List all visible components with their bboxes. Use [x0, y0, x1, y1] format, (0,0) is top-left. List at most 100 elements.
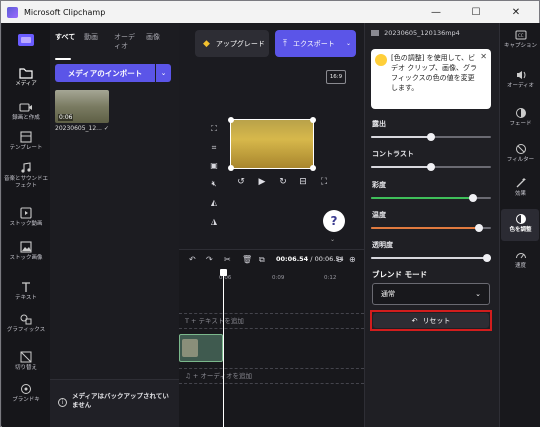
media-thumbnail[interactable]: 0:06 [55, 90, 109, 123]
reset-label: リセット [422, 316, 451, 325]
maximize-button[interactable]: ☐ [461, 1, 491, 23]
duplicate-icon[interactable]: ⧉ [259, 255, 265, 265]
zoom-out-icon[interactable]: ⊖ [336, 255, 343, 264]
slider-fill [371, 227, 479, 229]
rnav-audio-label: オーディオ [506, 83, 535, 89]
upgrade-button[interactable]: ◆ アップグレード [195, 30, 269, 57]
exposure-slider[interactable] [371, 133, 491, 141]
nav-templates[interactable]: テンプレート [2, 131, 50, 152]
thumbnail-filename: 20230605_12... [55, 125, 102, 132]
fade-icon [515, 108, 526, 118]
crop-icon[interactable]: ⌗ [208, 142, 220, 154]
export-label: エクスポート [292, 39, 335, 48]
rnav-speed-label: 速度 [514, 263, 526, 269]
import-dropdown-button[interactable]: ⌄ [156, 64, 171, 82]
tab-video[interactable]: 動画 [84, 33, 106, 42]
nav-graphics-label: グラフィックス [6, 327, 46, 333]
blend-mode-select[interactable]: 通常 ⌄ [372, 283, 490, 305]
upload-icon: ⤒ [283, 38, 287, 49]
close-button[interactable]: ✕ [501, 1, 531, 23]
trash-icon[interactable]: 🗑︎ [242, 255, 252, 264]
nav-music[interactable]: 音楽とサウンドエフェクト [2, 162, 50, 190]
ruler-tick: 0:09 [272, 275, 285, 281]
media-tabs: すべて 動画 オーディオ 画像 [50, 33, 179, 60]
nav-music-label: 音楽とサウンドエフェクト [3, 176, 48, 189]
help-button[interactable]: ? [323, 210, 345, 232]
template-icon [20, 131, 32, 143]
rotate-icon[interactable]: ◮ [208, 216, 220, 228]
nav-text[interactable]: テキスト [2, 281, 50, 302]
playhead[interactable] [223, 270, 224, 428]
aspect-ratio-button[interactable]: 16:9 [326, 70, 346, 84]
resize-handle[interactable] [228, 117, 234, 123]
nav-stock-video[interactable]: ストック動画 [2, 207, 50, 228]
chevron-down-icon[interactable]: ⌄ [330, 236, 335, 243]
fullscreen-icon[interactable]: ⛶ [317, 175, 331, 189]
nav-stock-images[interactable]: ストック画像 [2, 241, 50, 262]
nav-transitions[interactable]: 切り替え [2, 351, 50, 372]
filter-icon [515, 144, 526, 154]
tab-images[interactable]: 画像 [146, 33, 168, 42]
redo-icon[interactable]: ↷ [206, 255, 213, 264]
rnav-captions[interactable]: CC キャプション [500, 29, 540, 50]
rnav-speed[interactable]: 速度 [500, 249, 540, 270]
slider-knob[interactable] [469, 194, 477, 202]
add-text-track[interactable]: T + テキストを追加 [179, 313, 364, 329]
reset-button[interactable]: ↶ リセット [373, 313, 489, 328]
flip-icon[interactable]: ◭ [208, 197, 220, 209]
slider-label-exposure: 露出 [372, 120, 386, 128]
close-icon[interactable]: ✕ [480, 52, 487, 62]
slider-knob[interactable] [475, 224, 483, 232]
nav-graphics[interactable]: グラフィックス [2, 313, 50, 334]
import-media-button[interactable]: メディアのインポート [55, 64, 155, 82]
add-audio-track[interactable]: ♫ + オーディオを追加 [179, 368, 364, 384]
clip-thumbnail [182, 339, 198, 357]
file-name: 20230605_120136mp4 [371, 29, 460, 37]
slider-knob[interactable] [427, 163, 435, 171]
rnav-color-adjust[interactable]: 色を調整 [500, 213, 540, 234]
nav-brand-kit[interactable]: ブランドキ [2, 383, 50, 404]
rewind-icon[interactable]: ↺ [234, 175, 248, 189]
slider-knob[interactable] [427, 133, 435, 141]
zoom-in-icon[interactable]: ⊕ [349, 255, 356, 264]
saturation-slider[interactable] [371, 194, 491, 202]
mute-icon[interactable]: 🔇︎ [208, 178, 220, 190]
temperature-slider[interactable] [371, 224, 491, 232]
forward-icon[interactable]: ↻ [276, 175, 290, 189]
rnav-audio[interactable]: オーディオ [500, 69, 540, 90]
nav-stock-video-label: ストック動画 [9, 221, 43, 227]
slider-label-saturation: 彩度 [372, 181, 386, 189]
resize-handle[interactable] [310, 165, 316, 171]
fit-icon[interactable]: ⛶ [208, 123, 220, 135]
rnav-fade[interactable]: フェード [500, 107, 540, 128]
nav-record-create[interactable]: 録画と作成 [2, 101, 50, 122]
slider-label-contrast: コントラスト [372, 150, 414, 158]
split-icon[interactable]: ⊟ [296, 175, 310, 189]
slider-knob[interactable] [483, 254, 491, 262]
nav-media[interactable]: メディア [2, 67, 50, 88]
minimize-button[interactable]: — [421, 1, 451, 23]
pip-icon[interactable]: ▣ [208, 160, 220, 172]
play-icon[interactable]: ▶ [255, 175, 269, 189]
time-ruler[interactable]: 0:06 0:09 0:12 [179, 272, 364, 284]
tab-audio[interactable]: オーディオ [114, 33, 136, 51]
rnav-effects[interactable]: 効果 [500, 177, 540, 198]
chevron-down-icon: ⌄ [475, 290, 481, 298]
brand-icon [21, 384, 31, 394]
color-adjust-icon [515, 214, 526, 224]
video-clip[interactable] [179, 334, 223, 362]
video-preview[interactable] [230, 119, 314, 169]
tab-all[interactable]: すべて [55, 33, 77, 42]
nav-media-label: メディア [15, 81, 37, 87]
resize-handle[interactable] [310, 117, 316, 123]
slider-fill [371, 166, 431, 168]
rnav-filters[interactable]: フィルター [500, 143, 540, 164]
contrast-slider[interactable] [371, 163, 491, 171]
export-button[interactable]: ⤒ エクスポート ⌄ [275, 30, 356, 57]
opacity-slider[interactable] [371, 254, 491, 262]
undo-icon[interactable]: ↶ [189, 255, 196, 264]
resize-handle[interactable] [228, 165, 234, 171]
playhead-handle[interactable] [220, 269, 227, 276]
chevron-down-icon: ⌄ [345, 40, 351, 47]
scissors-icon[interactable]: ✂ [224, 255, 231, 264]
